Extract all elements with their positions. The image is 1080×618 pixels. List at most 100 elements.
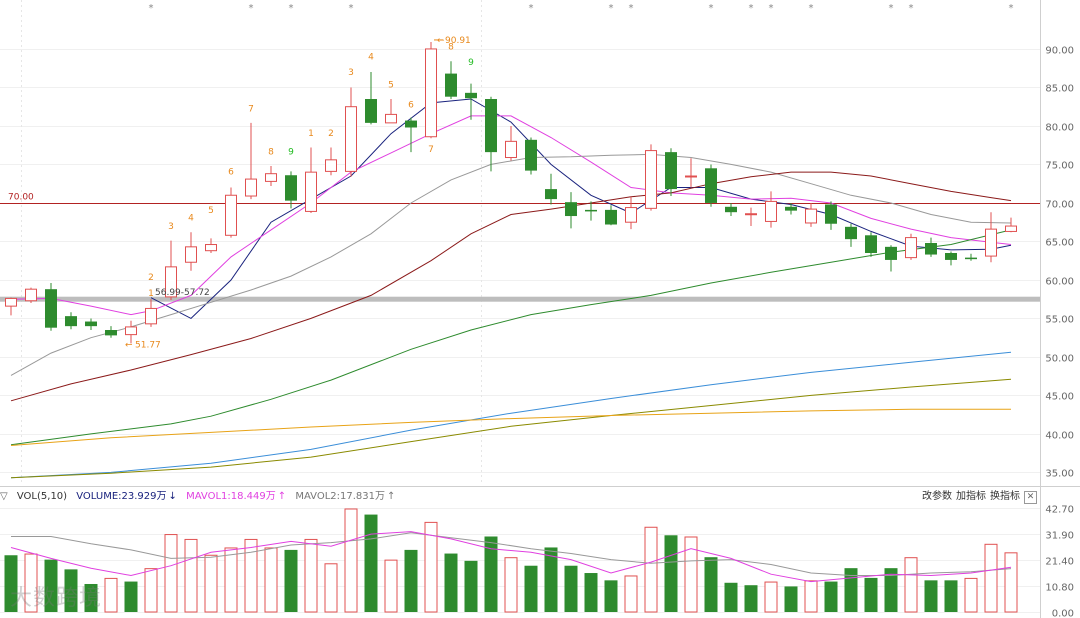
volume-bar-down bbox=[924, 580, 938, 612]
td-count-label: 2 bbox=[328, 129, 334, 139]
volume-bar-down bbox=[744, 585, 758, 612]
candle-body-up bbox=[245, 178, 257, 197]
volume-bar-down bbox=[444, 553, 458, 612]
candle-body-down bbox=[665, 152, 677, 190]
volume-bar-up bbox=[164, 534, 178, 613]
volume-bar-up bbox=[1004, 552, 1018, 613]
volume-bar-up bbox=[224, 547, 238, 613]
volume-bar-up bbox=[904, 557, 918, 613]
candle-body-up bbox=[765, 200, 777, 222]
candle-body-down bbox=[865, 235, 877, 253]
arrow-left-icon: ← bbox=[125, 340, 133, 350]
td-count-label: 3 bbox=[168, 222, 174, 232]
candle-body-down bbox=[725, 206, 737, 213]
volume-bar-down bbox=[284, 549, 298, 612]
volume-bar-down bbox=[724, 582, 738, 612]
candle-body-up bbox=[805, 208, 817, 224]
candle-body-up bbox=[185, 246, 197, 263]
volume-bar-up bbox=[144, 568, 158, 613]
volume-bar-down bbox=[584, 573, 598, 612]
td-count-label: 1 bbox=[308, 129, 314, 139]
volume-bar-down bbox=[44, 559, 58, 612]
candle-body-up bbox=[505, 140, 517, 159]
candle-body-down bbox=[445, 73, 457, 97]
td-count-label: 4 bbox=[188, 214, 194, 224]
arrow-up-icon: ↑ bbox=[387, 491, 396, 502]
volume-bar-down bbox=[64, 569, 78, 612]
td-count-label: 6 bbox=[408, 100, 414, 110]
ma-line-0 bbox=[150, 98, 1012, 320]
volume-tick-label: 10.80 bbox=[1045, 583, 1074, 594]
price-tick-label: 70.00 bbox=[1045, 200, 1074, 211]
change-params-button[interactable]: 改参数 bbox=[922, 488, 952, 506]
price-tick-label: 35.00 bbox=[1045, 469, 1074, 480]
candle-body-down bbox=[485, 99, 497, 153]
volume-bar-up bbox=[304, 538, 318, 613]
volume-bar-up bbox=[264, 547, 278, 613]
volume-bar-down bbox=[364, 514, 378, 612]
td-count-label: 7 bbox=[428, 145, 434, 155]
ma-line-4 bbox=[10, 229, 1012, 446]
candle-body-down bbox=[285, 175, 297, 201]
candle-body-down bbox=[885, 246, 897, 260]
volume-bar-down bbox=[944, 580, 958, 612]
candle-body-up bbox=[5, 297, 17, 307]
collapse-icon[interactable]: ▽ bbox=[0, 491, 8, 502]
volume-value: VOLUME:23.929万 ↓ bbox=[76, 491, 177, 502]
volume-bar-up bbox=[624, 575, 638, 613]
candle-body-up bbox=[125, 326, 137, 336]
td-count-label: 3 bbox=[348, 68, 354, 78]
td-count-label: 2 bbox=[148, 273, 154, 283]
star-marker: * bbox=[529, 3, 534, 14]
candle-body-down bbox=[605, 209, 617, 225]
volume-tick-label: 21.40 bbox=[1045, 557, 1074, 568]
volume-bar-up bbox=[384, 559, 398, 613]
candle-body-up bbox=[205, 244, 217, 252]
price-tick-label: 40.00 bbox=[1045, 431, 1074, 442]
volume-bar-up bbox=[984, 543, 998, 613]
add-indicator-button[interactable]: 加指标 bbox=[956, 488, 986, 506]
candle-body-up bbox=[225, 194, 237, 236]
candle-body-down bbox=[825, 204, 837, 224]
switch-indicator-button[interactable]: 换指标 bbox=[990, 488, 1020, 506]
price-tick-label: 90.00 bbox=[1045, 46, 1074, 57]
td-count-label: 5 bbox=[208, 206, 214, 216]
volume-bar-down bbox=[4, 555, 18, 612]
star-marker: * bbox=[709, 3, 714, 14]
close-icon[interactable]: ✕ bbox=[1024, 491, 1037, 504]
candle-body-up bbox=[145, 307, 157, 325]
star-marker: * bbox=[909, 3, 914, 14]
volume-bar-up bbox=[204, 554, 218, 613]
candle-body-down bbox=[845, 226, 857, 240]
candle-body-down bbox=[405, 120, 417, 128]
volume-bar-down bbox=[824, 581, 838, 612]
arrow-down-icon: ↓ bbox=[168, 491, 177, 502]
candle-body-up bbox=[625, 207, 637, 223]
ma-line-5 bbox=[10, 351, 1012, 479]
candle-body-down bbox=[545, 189, 557, 200]
star-marker: * bbox=[249, 3, 254, 14]
candle-body-down bbox=[925, 242, 937, 255]
candle-body-down bbox=[85, 321, 97, 327]
candle-body-down bbox=[45, 289, 57, 328]
candle-body-down bbox=[365, 99, 377, 123]
candle-body-up bbox=[25, 288, 37, 302]
candle-body-down bbox=[705, 168, 717, 203]
star-marker: * bbox=[1009, 3, 1014, 14]
volume-value-text: VOLUME:23.929万 bbox=[76, 491, 167, 502]
volume-bar-up bbox=[324, 563, 338, 613]
price-tick-label: 80.00 bbox=[1045, 123, 1074, 134]
td-count-label: 1 bbox=[148, 289, 154, 299]
price-line-label: 70.00 bbox=[8, 193, 34, 203]
star-marker: * bbox=[349, 3, 354, 14]
volume-bar-up bbox=[24, 553, 38, 613]
star-marker: * bbox=[629, 3, 634, 14]
td-count-label: 8 bbox=[448, 43, 454, 53]
candle-body-down bbox=[525, 139, 537, 171]
candle-body-up bbox=[385, 113, 397, 124]
star-marker: * bbox=[289, 3, 294, 14]
candle-body-down bbox=[585, 209, 597, 212]
candle-body-up bbox=[645, 150, 657, 209]
price-tick-label: 85.00 bbox=[1045, 84, 1074, 95]
candle-body-down bbox=[945, 253, 957, 260]
